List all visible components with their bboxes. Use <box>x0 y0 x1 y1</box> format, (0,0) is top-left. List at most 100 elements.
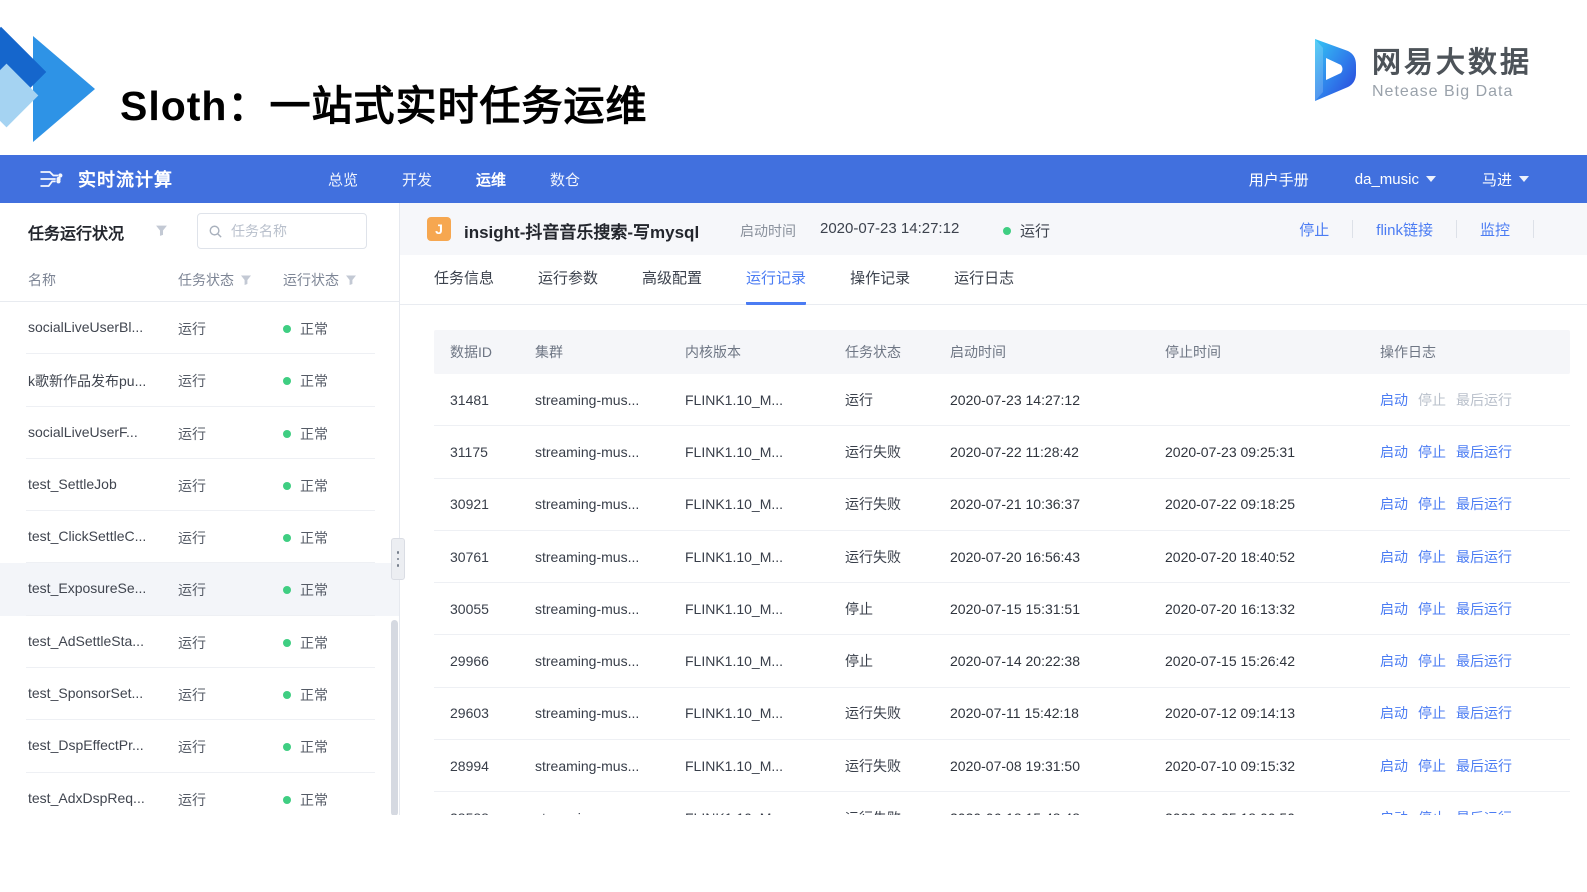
action-stop-link[interactable]: 停止 <box>1418 547 1446 567</box>
brand-logo: 网易大数据 Netease Big Data <box>1306 38 1532 102</box>
cell-start-time: 2020-07-20 16:56:43 <box>950 548 1080 565</box>
cell-cluster: streaming-mus... <box>535 391 640 408</box>
filter-funnel-icon[interactable] <box>345 274 357 286</box>
detail-tab[interactable]: 任务信息 <box>434 255 494 305</box>
task-list-item[interactable]: test_DspEffectPr... 运行 正常 <box>0 720 399 773</box>
action-start-link[interactable]: 启动 <box>1380 703 1408 723</box>
task-list-item[interactable]: test_AdSettleSta... 运行 正常 <box>0 616 399 669</box>
action-stop-link[interactable]: 停止 <box>1418 756 1446 776</box>
cell-kernel: FLINK1.10_M... <box>685 810 845 815</box>
cell-stop-time: 2020-07-22 09:18:25 <box>1165 496 1295 513</box>
action-last-run-link[interactable]: 最后运行 <box>1456 756 1512 776</box>
cell-data-id: 30055 <box>450 600 489 617</box>
action-stop-link[interactable]: 停止 <box>1418 651 1446 671</box>
cell-cluster: streaming-mus... <box>535 548 640 565</box>
start-time-value: 2020-07-23 14:27:12 <box>820 220 960 237</box>
flink-link-button[interactable]: flink链接 <box>1353 219 1456 240</box>
filter-funnel-icon[interactable] <box>155 224 168 242</box>
task-list-item[interactable]: test_SettleJob 运行 正常 <box>0 459 399 512</box>
action-start-link[interactable]: 启动 <box>1380 494 1408 514</box>
action-last-run-link[interactable]: 最后运行 <box>1456 442 1512 462</box>
action-stop-link[interactable]: 停止 <box>1418 442 1446 462</box>
action-start-link[interactable]: 启动 <box>1380 599 1408 619</box>
action-start-link[interactable]: 启动 <box>1380 547 1408 567</box>
detail-tab[interactable]: 操作记录 <box>850 255 910 305</box>
action-start-link[interactable]: 启动 <box>1380 808 1408 815</box>
action-stop-link[interactable]: 停止 <box>1418 808 1446 815</box>
detail-tab[interactable]: 高级配置 <box>642 255 702 305</box>
cell-actions: 启动停止最后运行 <box>1380 599 1570 619</box>
task-name: test_DspEffectPr... <box>28 737 144 754</box>
status-dot-icon <box>283 795 291 804</box>
task-name: test_AdxDspReq... <box>28 789 145 806</box>
column-stop-time: 停止时间 <box>1165 344 1221 360</box>
detail-tab[interactable]: 运行参数 <box>538 255 598 305</box>
cell-stop-time: 2020-07-20 16:13:32 <box>1165 600 1295 617</box>
cell-stop-time: 2020-07-15 15:26:42 <box>1165 653 1295 670</box>
task-name: test_ClickSettleC... <box>28 528 147 545</box>
action-stop-link[interactable]: 停止 <box>1418 494 1446 514</box>
cell-task-status: 运行失败 <box>845 808 950 815</box>
app-name: 实时流计算 <box>78 170 173 190</box>
run-status: 正常 <box>283 737 328 757</box>
user-dropdown[interactable]: 马进 <box>1482 169 1529 190</box>
table-body: 31481 streaming-mus... FLINK1.10_M... 运行… <box>434 374 1570 815</box>
action-last-run-link[interactable]: 最后运行 <box>1456 808 1512 815</box>
action-start-link[interactable]: 启动 <box>1380 756 1408 776</box>
table-row: 30055 streaming-mus... FLINK1.10_M... 停止… <box>434 583 1570 636</box>
task-list-item[interactable]: socialLiveUserBl... 运行 正常 <box>0 302 399 355</box>
action-last-run-link[interactable]: 最后运行 <box>1456 651 1512 671</box>
action-last-run-link: 最后运行 <box>1456 391 1512 408</box>
nav-tab[interactable]: 开发 <box>402 169 432 190</box>
action-start-link[interactable]: 启动 <box>1380 442 1408 462</box>
cell-actions: 启动停止最后运行 <box>1380 442 1570 462</box>
action-stop-link[interactable]: 停止 <box>1418 599 1446 619</box>
filter-funnel-icon[interactable] <box>240 274 252 286</box>
nav-tab[interactable]: 运维 <box>476 169 506 190</box>
nav-tab[interactable]: 数仓 <box>550 169 580 190</box>
task-list-item[interactable]: test_ExposureSe... 运行 正常 <box>0 563 399 617</box>
task-list-item[interactable]: test_AdxDspReq... 运行 正常 <box>0 773 399 815</box>
detail-tab[interactable]: 运行记录 <box>746 255 807 305</box>
action-last-run-link[interactable]: 最后运行 <box>1456 703 1512 723</box>
cell-actions: 启动停止最后运行 <box>1380 756 1570 776</box>
cell-start-time: 2020-07-23 14:27:12 <box>950 391 1080 408</box>
action-stop-link[interactable]: 停止 <box>1418 703 1446 723</box>
task-list-item[interactable]: test_ClickSettleC... 运行 正常 <box>0 511 399 564</box>
task-status: 运行 <box>178 634 206 651</box>
task-status: 运行 <box>178 373 206 390</box>
sidebar-column-headers: 名称 任务状态 运行状态 <box>0 257 399 302</box>
user-manual-link[interactable]: 用户手册 <box>1249 169 1309 190</box>
monitor-button[interactable]: 监控 <box>1457 219 1533 240</box>
action-start-link[interactable]: 启动 <box>1380 651 1408 671</box>
table-row: 28994 streaming-mus... FLINK1.10_M... 运行… <box>434 740 1570 793</box>
task-status: 运行 <box>178 739 206 756</box>
cell-cluster: streaming-mus... <box>535 443 640 460</box>
run-status: 正常 <box>283 476 328 496</box>
action-last-run-link[interactable]: 最后运行 <box>1456 599 1512 619</box>
job-actions: 停止 flink链接 监控 <box>1276 203 1534 255</box>
action-start-link[interactable]: 启动 <box>1380 390 1408 410</box>
task-list-item[interactable]: test_SponsorSet... 运行 正常 <box>0 668 399 721</box>
search-input[interactable] <box>231 223 341 239</box>
project-dropdown[interactable]: da_music <box>1355 171 1436 188</box>
task-search-box <box>197 213 367 249</box>
task-status: 运行 <box>178 791 206 808</box>
nav-tab[interactable]: 总览 <box>328 169 358 190</box>
task-list-item[interactable]: socialLiveUserF... 运行 正常 <box>0 407 399 460</box>
action-last-run-link[interactable]: 最后运行 <box>1456 547 1512 567</box>
task-list-item[interactable]: k歌新作品发布pu... 运行 正常 <box>0 354 399 407</box>
task-name: test_AdSettleSta... <box>28 632 144 649</box>
stop-button[interactable]: 停止 <box>1276 219 1352 240</box>
sidebar-scrollbar-thumb[interactable] <box>391 620 398 815</box>
cell-start-time: 2020-07-15 15:31:51 <box>950 600 1080 617</box>
job-status: 运行 <box>1003 220 1050 241</box>
detail-tab[interactable]: 运行日志 <box>954 255 1014 305</box>
cell-actions: 启动停止最后运行 <box>1380 651 1570 671</box>
cell-data-id: 30761 <box>450 548 489 565</box>
cell-kernel: FLINK1.10_M... <box>685 600 784 617</box>
task-status: 运行 <box>178 321 206 337</box>
action-last-run-link[interactable]: 最后运行 <box>1456 494 1512 514</box>
panel-resize-handle[interactable] <box>391 538 405 580</box>
masthead: Sloth：一站式实时任务运维 网易大数据 Netease Big Data <box>0 0 1587 155</box>
